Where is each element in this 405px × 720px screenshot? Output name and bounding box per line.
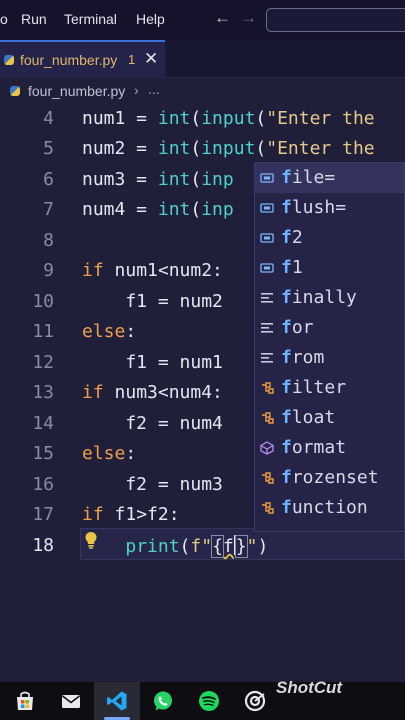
target-icon[interactable] — [244, 690, 266, 712]
code-line-10: f1 = num2 — [82, 291, 223, 312]
tab-bar: four_number.py 1 ✕ — [0, 40, 405, 78]
menu-item-partial[interactable]: o — [0, 11, 8, 27]
suggestion-item[interactable]: float — [255, 403, 404, 433]
breadcrumb-more[interactable]: ... — [148, 81, 160, 97]
code-line-15: else: — [82, 443, 137, 464]
suggestion-item[interactable]: for — [255, 313, 404, 343]
line-number-active: 18 — [32, 535, 54, 556]
code-line-11: else: — [82, 321, 137, 342]
code-line-6: num3 = int(inp — [82, 169, 234, 190]
vscode-icon[interactable] — [106, 690, 128, 712]
menu-item-help[interactable]: Help — [136, 11, 165, 27]
tab-label: four_number.py — [20, 52, 118, 68]
suggestion-item[interactable]: f2 — [255, 223, 404, 253]
code-line-5: num2 = int(input("Enter the — [82, 138, 375, 159]
code-line-13: if num3<num4: — [82, 382, 223, 403]
menu-bar: o Run Terminal Help ← → — [0, 0, 405, 40]
class-symbol-icon — [262, 382, 274, 394]
line-number: 4 — [43, 108, 54, 129]
python-file-icon — [10, 86, 20, 96]
class-symbol-icon — [262, 472, 274, 484]
line-number: 8 — [43, 230, 54, 251]
taskbar: ShotCut — [0, 678, 405, 720]
line-number: 7 — [43, 199, 54, 220]
suggestion-item[interactable]: f1 — [255, 253, 404, 283]
code-line-9: if num1<num2: — [82, 260, 223, 281]
code-line-17: if f1>f2: — [82, 504, 180, 525]
class-symbol-icon — [262, 502, 274, 514]
suggestion-item[interactable]: from — [255, 343, 404, 373]
problem-count-badge: 1 — [128, 52, 136, 67]
line-number: 15 — [32, 443, 54, 464]
code-line-18: print(f"{f}") — [125, 535, 269, 558]
line-number: 6 — [43, 169, 54, 190]
suggestion-item[interactable]: frozenset — [255, 463, 404, 493]
suggestion-item[interactable]: finally — [255, 283, 404, 313]
suggestion-item[interactable]: filter — [255, 373, 404, 403]
suggestion-item[interactable]: flush= — [255, 193, 404, 223]
lightbulb-icon[interactable] — [84, 531, 98, 549]
line-number: 13 — [32, 382, 54, 403]
store-icon[interactable] — [14, 690, 36, 712]
spotify-icon[interactable] — [198, 690, 220, 712]
function-symbol-icon — [260, 441, 274, 455]
chevron-right-icon: › — [134, 82, 139, 98]
autocomplete-suggestions[interactable]: file= flush= f2 f1 finally for from filt… — [254, 162, 405, 532]
variable-symbol-icon — [260, 233, 274, 243]
menu-item-run[interactable]: Run — [21, 11, 47, 27]
code-line-12: f1 = num1 — [82, 352, 223, 373]
line-number: 10 — [32, 291, 54, 312]
code-line-4: num1 = int(input("Enter the — [82, 108, 375, 129]
python-file-icon — [4, 55, 14, 65]
code-line-7: num4 = int(inp — [82, 199, 234, 220]
mail-icon[interactable] — [60, 690, 82, 712]
watermark-logo: ShotCut — [276, 678, 343, 697]
code-line-16: f2 = num3 — [82, 474, 223, 495]
variable-symbol-icon — [260, 203, 274, 213]
menu-item-terminal[interactable]: Terminal — [64, 11, 117, 27]
close-icon[interactable]: ✕ — [144, 49, 158, 69]
breadcrumb-file[interactable]: four_number.py — [28, 83, 125, 99]
back-arrow-icon[interactable]: ← — [214, 8, 231, 28]
breadcrumb: four_number.py › ... — [0, 78, 405, 104]
line-number: 11 — [32, 321, 54, 342]
command-search-input[interactable] — [266, 8, 405, 32]
line-number: 12 — [32, 352, 54, 373]
line-number: 17 — [32, 504, 54, 525]
forward-arrow-icon[interactable]: → — [240, 8, 257, 28]
code-line-14: f2 = num4 — [82, 413, 223, 434]
keyword-symbol-icon — [261, 353, 273, 363]
suggestion-item[interactable]: function — [255, 493, 404, 523]
line-number: 14 — [32, 413, 54, 434]
line-number: 16 — [32, 474, 54, 495]
class-symbol-icon — [262, 412, 274, 424]
tab-four-number[interactable]: four_number.py 1 ✕ — [0, 40, 165, 78]
line-number: 9 — [43, 260, 54, 281]
suggestion-item[interactable]: format — [255, 433, 404, 463]
keyword-symbol-icon — [261, 293, 273, 303]
variable-symbol-icon — [260, 263, 274, 273]
keyword-symbol-icon — [261, 323, 273, 333]
whatsapp-icon[interactable] — [152, 690, 174, 712]
variable-symbol-icon — [260, 173, 274, 183]
suggestion-item[interactable]: file= — [255, 163, 404, 193]
line-number: 5 — [43, 138, 54, 159]
